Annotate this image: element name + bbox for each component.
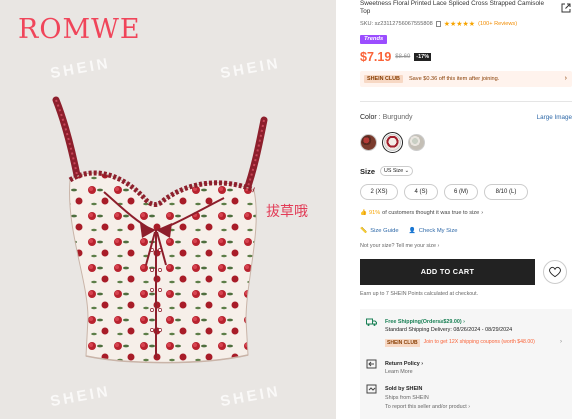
return-policy-title[interactable]: Return Policy › [385,361,423,367]
product-info-panel: Sweetness Floral Printed Lace Spliced Cr… [351,0,576,419]
club-promo-bar[interactable]: SHEIN CLUB Save $0.36 off this item afte… [360,71,572,87]
chevron-right-icon: › [560,339,562,345]
camisole-illustration [52,96,268,364]
swatch-brown-floral[interactable] [360,134,377,151]
heart-icon[interactable] [543,260,567,284]
watermark: SHEIN [48,382,112,411]
size-option[interactable]: 8/10 (L) [484,184,528,200]
overlay-caption: 拔草哦 [266,203,308,219]
fit-percent: 91% [368,210,381,216]
size-option[interactable]: 6 (M) [444,184,478,200]
product-image[interactable]: ROMWE SHEIN SHEIN SHEIN SHEIN 拔草哦 [0,0,336,419]
club-tag: SHEIN CLUB [364,75,403,83]
sku-row: SKU: sz23112756067555808 ★★★★★ (100+ Rev… [360,20,517,28]
size-option[interactable]: 2 (XS) [360,184,398,200]
divider [360,101,572,102]
thumbs-up-icon: 👍 [360,210,367,216]
check-my-size-link[interactable]: 👤 Check My Size [409,228,458,234]
color-value: Burgundy [382,114,413,121]
sold-by: Sold by SHEIN [385,386,423,392]
swatch-light-floral[interactable] [408,134,425,151]
add-to-cart-button[interactable]: ADD TO CART [360,259,535,285]
size-option[interactable]: 4 (S) [404,184,438,200]
product-title: Sweetness Floral Printed Lace Spliced Cr… [360,0,544,15]
size-guide-link[interactable]: 📏 Size Guide [360,228,399,234]
rating-stars: ★★★★★ [443,21,476,28]
report-link[interactable]: To report this seller and/or product › [385,404,470,410]
brand-logo: ROMWE [18,14,141,45]
share-icon[interactable] [561,3,571,13]
standard-shipping: Standard Shipping Delivery: 08/26/2024 -… [385,327,513,333]
discount-badge: -17% [414,53,432,61]
swatch-burgundy[interactable] [382,132,403,153]
watermark: SHEIN [48,54,112,83]
shipping-box: Free Shipping(Orders≥$29.00) › Standard … [360,309,572,419]
sku-text: SKU: sz23112756067555808 [360,21,433,27]
return-icon [366,359,377,369]
club-shipping-text: Join to get 12X shipping coupons (worth … [423,339,535,345]
person-icon: 👤 [408,228,416,234]
store-icon [366,384,377,394]
copy-icon[interactable] [435,21,441,27]
club-shipping-offer[interactable]: SHEIN CLUB Join to get 12X shipping coup… [385,339,544,347]
size-guide-row: 📏 Size Guide 👤 Check My Size [360,228,457,234]
points-info: Earn up to 7 SHEIN Points calculated at … [360,291,479,297]
original-price: $8.69 [395,54,411,60]
chevron-right-icon: › [564,75,567,82]
truck-icon [366,318,377,326]
chevron-right-icon: › [481,210,484,216]
size-row: Size US Size ⌄ [360,166,414,176]
free-shipping-title[interactable]: Free Shipping(Orders≥$29.00) › [385,319,465,325]
product-page: ROMWE SHEIN SHEIN SHEIN SHEIN 拔草哦 Sweetn… [0,0,576,419]
watermark: SHEIN [218,382,282,411]
size-label: Size [360,166,376,176]
club-promo-text: Save $0.36 off this item after joining. [408,76,500,82]
fit-row[interactable]: 👍 91% of customers thought it was true t… [360,210,483,216]
color-label: Color [360,114,377,121]
size-options: 2 (XS) 4 (S) 6 (M) 8/10 (L) [360,184,528,200]
color-row: Color : Burgundy Large Image [360,114,572,121]
current-price: $7.19 [360,50,392,64]
watermark: SHEIN [218,54,282,83]
club-tag: SHEIN CLUB [385,339,420,347]
ships-from: Ships from SHEIN [385,395,429,401]
ruler-icon: 📏 [360,228,368,234]
learn-more-link[interactable]: Learn More [385,369,413,375]
reviews-link[interactable]: (100+ Reviews) [478,21,517,27]
trends-badge: Trends [360,35,388,44]
fit-text: of customers thought it was true to size [382,210,480,216]
color-swatches [360,132,425,153]
size-system-select[interactable]: US Size ⌄ [380,166,414,176]
not-your-size-link[interactable]: Not your size? Tell me your size › [360,243,439,249]
large-image-link[interactable]: Large Image [537,114,572,121]
price-row: $7.19 $8.69 -17% [360,50,432,64]
